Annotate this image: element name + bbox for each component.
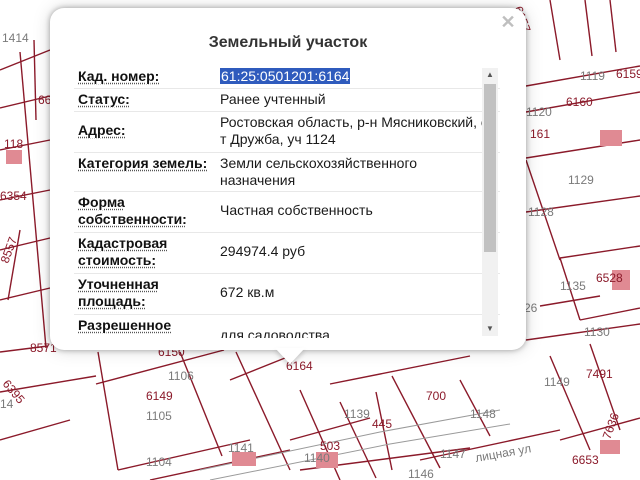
parcel-info-popup: Земельный участок ✕ Кад. номер: 61:25:05… bbox=[50, 8, 526, 350]
parcel-label: 7491 bbox=[586, 367, 613, 381]
parcel-label: 1119 bbox=[580, 69, 605, 83]
parcel-label: 1141 bbox=[228, 441, 254, 455]
info-table[interactable]: Кад. номер: 61:25:0501201:6164 Статус: Р… bbox=[74, 66, 500, 338]
info-row-ownership: Форма собственности: Частная собственнос… bbox=[74, 192, 500, 233]
scroll-up-icon[interactable]: ▲ bbox=[482, 68, 498, 82]
info-row-land-category: Категория земель: Земли сельскохозяйстве… bbox=[74, 153, 500, 192]
parcel-label: 6653 bbox=[572, 453, 599, 467]
permitted-use-label: Разрешенное bbox=[78, 317, 172, 333]
parcel-label: 1105 bbox=[146, 409, 172, 423]
info-row-area: Уточненная площадь: 672 кв.м bbox=[74, 274, 500, 315]
popup-pointer bbox=[275, 348, 305, 364]
parcel-label: 1139 bbox=[344, 407, 370, 421]
parcel-label: 1140 bbox=[304, 451, 330, 465]
parcel-label: 6159 bbox=[616, 67, 640, 81]
parcel-label: 1135 bbox=[560, 279, 586, 293]
parcel-label: 1128 bbox=[528, 205, 554, 219]
parcel-label: 6354 bbox=[0, 189, 27, 203]
cadastral-number-value[interactable]: 61:25:0501201:6164 bbox=[216, 66, 500, 88]
parcel-label: 1106 bbox=[168, 369, 194, 383]
info-row-permitted-use: Разрешенное для садоводства bbox=[74, 315, 500, 338]
ownership-label: Форма собственности: bbox=[78, 194, 187, 227]
parcel-label: 1130 bbox=[584, 325, 610, 339]
parcel-label: 26 bbox=[524, 301, 538, 315]
cadastral-value-label: Кадастровая стоимость: bbox=[78, 235, 168, 268]
info-row-address: Адрес: Ростовская область, р-н Мясниковс… bbox=[74, 112, 500, 153]
parcel-label: 1149 bbox=[544, 375, 570, 389]
address-label: Адрес: bbox=[78, 122, 126, 138]
parcel-label: 1414 bbox=[2, 31, 29, 45]
status-label: Статус: bbox=[78, 91, 130, 107]
selected-text[interactable]: 61:25:0501201:6164 bbox=[220, 68, 351, 84]
info-row-cadastral-value: Кадастровая стоимость: 294974.4 руб bbox=[74, 233, 500, 274]
popup-title: Земельный участок bbox=[208, 34, 368, 51]
status-value: Ранее учтенный bbox=[220, 91, 326, 107]
scroll-thumb[interactable] bbox=[484, 84, 496, 252]
parcel-label: 1104 bbox=[146, 455, 172, 469]
info-row-cadastral-number: Кад. номер: 61:25:0501201:6164 bbox=[74, 66, 500, 89]
parcel-label: лицная ул bbox=[474, 441, 532, 465]
cadastral-value-value: 294974.4 руб bbox=[220, 243, 306, 259]
land-category-value: Земли сельскохозяйственного назначения bbox=[220, 155, 418, 188]
parcel-label: 118 bbox=[4, 137, 23, 151]
parcel-label: 700 bbox=[426, 389, 446, 403]
parcel-label: 14 bbox=[0, 397, 14, 411]
address-value: Ростовская область, р-н Мясниковский, с/… bbox=[220, 114, 492, 147]
parcel-label: 1146 bbox=[408, 467, 434, 480]
cadastral-number-label: Кад. номер: bbox=[78, 68, 160, 84]
parcel-label: 6528 bbox=[596, 271, 623, 285]
area-label: Уточненная площадь: bbox=[78, 276, 159, 309]
land-category-label: Категория земель: bbox=[78, 155, 208, 171]
area-value: 672 кв.м bbox=[220, 284, 275, 300]
scroll-down-icon[interactable]: ▼ bbox=[482, 322, 498, 336]
close-icon[interactable]: ✕ bbox=[498, 12, 518, 32]
permitted-use-value: для садоводства bbox=[220, 327, 330, 338]
parcel-label: 1148 bbox=[470, 407, 496, 421]
scrollbar[interactable]: ▲ ▼ bbox=[482, 68, 498, 336]
parcel-label: 1120 bbox=[526, 105, 552, 119]
parcel-label: 161 bbox=[530, 127, 550, 141]
parcel-label: 445 bbox=[372, 417, 392, 431]
ownership-value: Частная собственность bbox=[220, 202, 373, 218]
parcel-label: 1129 bbox=[568, 173, 594, 187]
parcel-label: 1147 bbox=[440, 447, 466, 461]
info-row-status: Статус: Ранее учтенный bbox=[74, 89, 500, 112]
parcel-label: 6149 bbox=[146, 389, 173, 403]
parcel-label: 6160 bbox=[566, 95, 593, 109]
